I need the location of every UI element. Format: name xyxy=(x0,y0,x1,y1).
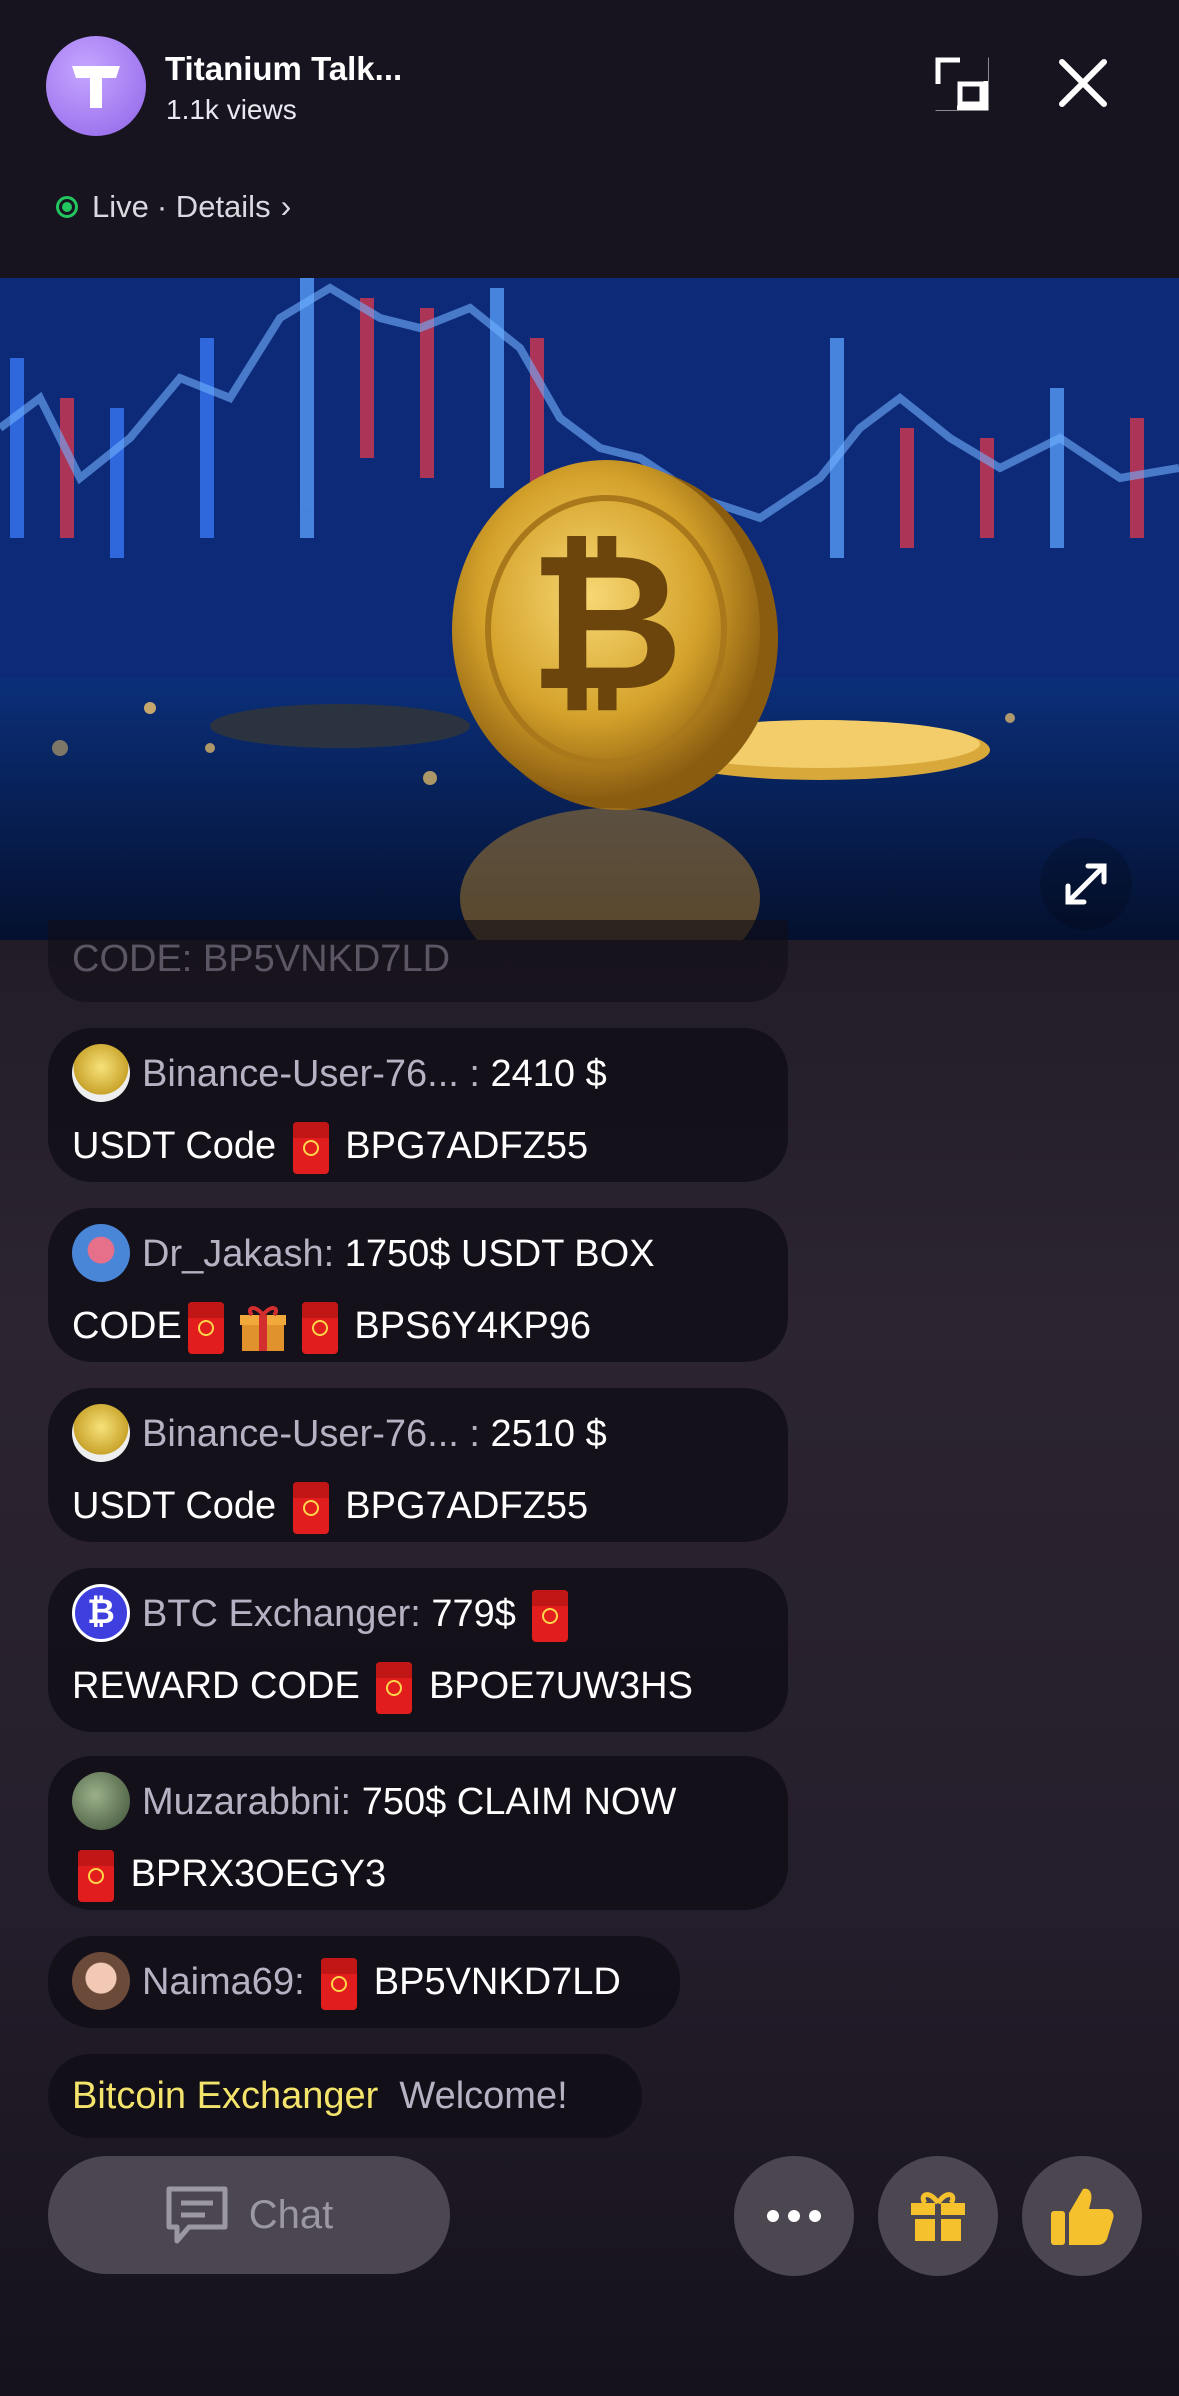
chat-text: 1750$ USDT BOX xyxy=(344,1233,655,1275)
stream-header: Titanium Talk... 1.1k views Live · Detai… xyxy=(0,0,1179,278)
chat-username[interactable]: Naima69: xyxy=(142,1961,305,2003)
t-logo-icon xyxy=(72,66,120,108)
red-envelope-icon xyxy=(292,1481,329,1534)
welcome-message: Bitcoin Exchanger Welcome! xyxy=(48,2054,642,2138)
chat-text: 779$ xyxy=(431,1593,516,1635)
welcome-text: Welcome! xyxy=(399,2075,568,2117)
user-avatar[interactable] xyxy=(72,1043,130,1102)
chat-code: BPG7ADFZ55 xyxy=(345,1125,589,1167)
chat-code: BPRX3OEGY3 xyxy=(130,1853,387,1895)
more-options-button[interactable] xyxy=(734,2156,854,2276)
svg-text:₿: ₿ xyxy=(529,512,684,733)
view-count: 1.1k views xyxy=(166,94,297,125)
fullscreen-expand-icon[interactable] xyxy=(1040,838,1132,930)
chat-input-button[interactable]: Chat xyxy=(48,2156,450,2274)
picture-in-picture-icon[interactable] xyxy=(934,56,990,112)
chat-code: BPOE7UW3HS xyxy=(428,1665,693,1707)
chat-text: 2410 $ xyxy=(490,1053,607,1095)
chat-text: 2510 $ xyxy=(490,1413,607,1455)
red-envelope-icon xyxy=(187,1301,224,1354)
video-player[interactable]: ₿ xyxy=(0,278,1179,940)
red-envelope-icon xyxy=(78,1849,114,1902)
chat-username[interactable]: Binance-User-76... : xyxy=(142,1413,480,1455)
partial-chat-message: CODE: BP5VNKD7LD xyxy=(48,920,788,1002)
chat-username[interactable]: Binance-User-76... : xyxy=(142,1053,480,1095)
more-dots-icon xyxy=(767,2210,821,2222)
red-envelope-icon xyxy=(532,1589,569,1642)
chat-code: BPS6Y4KP96 xyxy=(354,1305,591,1347)
chat-message[interactable]: Binance-User-76... : 2510 $ USDT Code BP… xyxy=(48,1388,788,1542)
chat-username[interactable]: Muzarabbni: xyxy=(142,1781,351,1823)
chat-message[interactable]: Naima69: BP5VNKD7LD xyxy=(48,1936,680,2028)
chat-code: BPG7ADFZ55 xyxy=(345,1485,589,1527)
gift-button[interactable] xyxy=(878,2156,998,2276)
chat-message[interactable]: Binance-User-76... : 2410 $ USDT Code BP… xyxy=(48,1028,788,1182)
chat-button-label: Chat xyxy=(248,2192,334,2237)
gift-emoji-icon xyxy=(239,1306,286,1351)
live-indicator-icon xyxy=(56,195,78,218)
user-avatar[interactable] xyxy=(72,1403,130,1462)
channel-name[interactable]: Titanium Talk... xyxy=(165,50,402,88)
live-details-link[interactable]: Live · Details › xyxy=(56,188,291,225)
chat-username[interactable]: BTC Exchanger: xyxy=(142,1593,421,1635)
chat-text: 750$ CLAIM NOW xyxy=(361,1781,677,1823)
live-label: Live xyxy=(92,188,149,224)
channel-avatar[interactable] xyxy=(46,36,146,136)
bitcoin-video-frame: ₿ xyxy=(0,278,1179,940)
partial-message-text: CODE: BP5VNKD7LD xyxy=(72,938,451,980)
user-avatar[interactable] xyxy=(72,1951,130,2010)
welcome-name[interactable]: Bitcoin Exchanger xyxy=(72,2075,378,2117)
chat-text: USDT Code xyxy=(72,1125,277,1167)
red-envelope-icon xyxy=(301,1301,338,1354)
bitcoin-avatar-icon[interactable]: ₿ xyxy=(72,1583,130,1642)
user-avatar[interactable] xyxy=(72,1223,130,1282)
close-icon[interactable] xyxy=(1056,56,1110,110)
user-avatar[interactable] xyxy=(72,1771,130,1830)
chat-message[interactable]: Muzarabbni: 750$ CLAIM NOW BPRX3OEGY3 xyxy=(48,1756,788,1910)
chat-message[interactable]: ₿ BTC Exchanger: 779$ REWARD CODE BPOE7UW… xyxy=(48,1568,788,1732)
like-button[interactable] xyxy=(1022,2156,1142,2276)
red-envelope-icon xyxy=(292,1121,329,1174)
chat-text: CODE xyxy=(72,1305,182,1347)
red-envelope-icon xyxy=(321,1957,358,2010)
thumbs-up-icon xyxy=(1051,2188,1114,2245)
chat-message[interactable]: Dr_Jakash: 1750$ USDT BOX CODE BPS6Y4KP9… xyxy=(48,1208,788,1362)
chevron-right-icon: › xyxy=(280,188,292,224)
details-label: · Details xyxy=(156,188,271,224)
chat-username[interactable]: Dr_Jakash: xyxy=(142,1233,334,1275)
chat-text: REWARD CODE xyxy=(72,1665,360,1707)
chat-bubble-icon xyxy=(166,2186,228,2244)
chat-text: USDT Code xyxy=(72,1485,277,1527)
gift-icon xyxy=(911,2192,965,2241)
chat-code: BP5VNKD7LD xyxy=(373,1961,621,2003)
red-envelope-icon xyxy=(376,1661,413,1714)
